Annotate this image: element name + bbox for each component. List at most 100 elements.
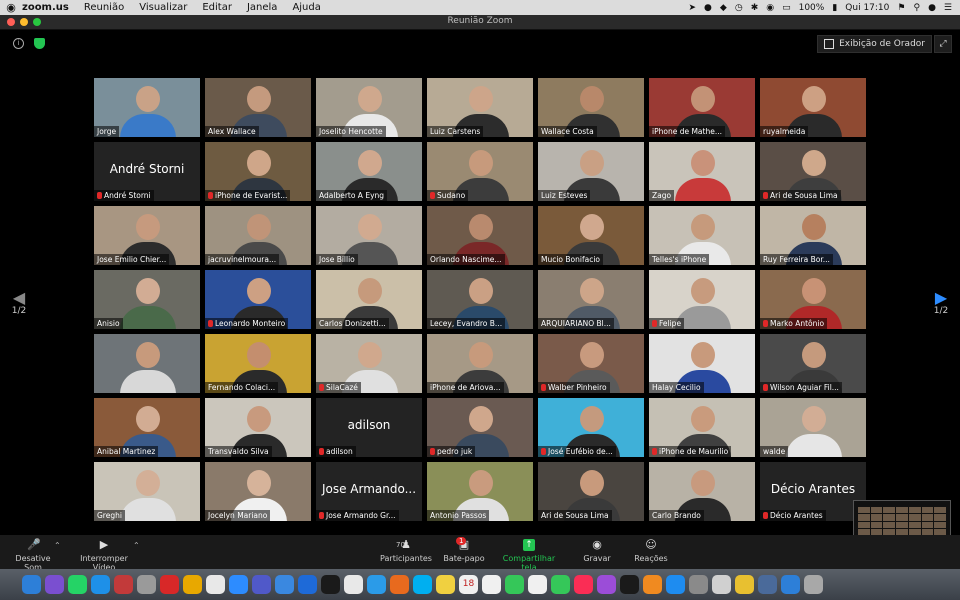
participant-tile[interactable]: pedro juk <box>427 398 533 457</box>
spotlight-icon[interactable]: ⚲ <box>913 3 920 13</box>
participant-tile[interactable]: Anisio <box>94 270 200 329</box>
participant-tile[interactable]: Décio Arantes Décio Arantes <box>760 462 866 521</box>
participant-tile[interactable]: Felipe <box>649 270 755 329</box>
messages-icon[interactable] <box>505 575 524 594</box>
apple-icon[interactable]: ◉ <box>0 1 22 14</box>
reactions-button[interactable]: ☺ Reações <box>632 539 670 564</box>
notes2-icon[interactable] <box>735 575 754 594</box>
wifi-icon[interactable]: ◉ <box>766 3 774 13</box>
info-icon[interactable]: i <box>13 38 24 49</box>
location-icon[interactable]: ➤ <box>689 3 697 13</box>
podcasts-icon[interactable] <box>597 575 616 594</box>
participant-tile[interactable]: Telles's iPhone <box>649 206 755 265</box>
trash-icon[interactable] <box>804 575 823 594</box>
security-shield-icon[interactable] <box>34 38 45 49</box>
participant-tile[interactable]: Ari de Sousa Lima <box>538 462 644 521</box>
participant-tile[interactable]: Jose Armando... Jose Armando Gr... <box>316 462 422 521</box>
participant-tile[interactable]: Jose Emilio Chier... <box>94 206 200 265</box>
participant-tile[interactable]: Orlando Nascime... <box>427 206 533 265</box>
participant-tile[interactable]: Luiz Esteves <box>538 142 644 201</box>
participant-tile[interactable]: adilson adilson <box>316 398 422 457</box>
participant-tile[interactable]: iPhone de Maurilio <box>649 398 755 457</box>
participant-tile[interactable]: Greghi <box>94 462 200 521</box>
participant-tile[interactable]: Ruy Ferreira Bor... <box>760 206 866 265</box>
participant-tile[interactable]: jacruvinelmoura... <box>205 206 311 265</box>
airmail-icon[interactable] <box>298 575 317 594</box>
siri-menu-icon[interactable]: ● <box>928 3 936 13</box>
participant-tile[interactable]: iPhone de Evarist... <box>205 142 311 201</box>
menu-clock[interactable]: Qui 17:10 <box>845 3 889 13</box>
participants-button[interactable]: ♟ 70 Participantes <box>378 539 434 564</box>
participant-tile[interactable]: iPhone de Mathe... <box>649 78 755 137</box>
participant-tile[interactable]: Transvaldo Silva <box>205 398 311 457</box>
participant-tile[interactable]: Zago <box>649 142 755 201</box>
menu-visualizar[interactable]: Visualizar <box>139 2 187 13</box>
teams-icon[interactable] <box>252 575 271 594</box>
facetime-icon[interactable] <box>551 575 570 594</box>
time-machine-icon[interactable]: ◷ <box>735 3 743 13</box>
box-icon[interactable] <box>758 575 777 594</box>
participant-tile[interactable]: Wilson Aguiar Fil... <box>760 334 866 393</box>
participant-tile[interactable]: Alex Wallace <box>205 78 311 137</box>
participant-tile[interactable]: walde <box>760 398 866 457</box>
notification-center-icon[interactable]: ☰ <box>944 3 952 13</box>
participant-tile[interactable]: Fernando Colaci... <box>205 334 311 393</box>
bluetooth-icon[interactable]: ✱ <box>751 3 759 13</box>
appstore-icon[interactable] <box>666 575 685 594</box>
fullscreen-button[interactable]: ⤢ <box>934 35 952 53</box>
menu-reuniao[interactable]: Reunião <box>84 2 124 13</box>
whatsapp-icon[interactable] <box>68 575 87 594</box>
safari-icon[interactable] <box>91 575 110 594</box>
v-app-icon[interactable] <box>160 575 179 594</box>
participant-tile[interactable]: Mucio Bonifacio <box>538 206 644 265</box>
launchpad-icon[interactable] <box>137 575 156 594</box>
share-screen-button[interactable]: ↑ Compartilhar tela <box>494 539 564 572</box>
b-app-icon[interactable] <box>183 575 202 594</box>
participant-tile[interactable]: Sudano <box>427 142 533 201</box>
speaker-view-button[interactable]: Exibição de Orador <box>817 35 932 53</box>
airplay-icon[interactable]: ▭ <box>782 3 791 13</box>
mail-icon[interactable] <box>275 575 294 594</box>
participant-tile[interactable]: Ari de Sousa Lima <box>760 142 866 201</box>
firefox-icon[interactable] <box>390 575 409 594</box>
photos-icon[interactable] <box>528 575 547 594</box>
participant-tile[interactable]: Jocelyn Mariano <box>205 462 311 521</box>
participant-tile[interactable]: Marko Antônio <box>760 270 866 329</box>
safari2-icon[interactable] <box>367 575 386 594</box>
participant-tile[interactable]: Jose Billio <box>316 206 422 265</box>
dropbox-icon[interactable]: ◆ <box>720 3 727 13</box>
chrome-icon[interactable] <box>344 575 363 594</box>
music-icon[interactable] <box>574 575 593 594</box>
participant-tile[interactable]: Antonio Passos <box>427 462 533 521</box>
menu-app-name[interactable]: zoom.us <box>22 2 69 13</box>
participant-tile[interactable]: Halay Cecilio <box>649 334 755 393</box>
chat-button[interactable]: ▣ 1 Bate-papo <box>442 537 486 563</box>
participant-tile[interactable]: Adalberto A Eyng <box>316 142 422 201</box>
preferences-icon[interactable] <box>689 575 708 594</box>
participant-tile[interactable]: Joselito Hencotte <box>316 78 422 137</box>
prev-page-button[interactable]: ◀ 1/2 <box>9 290 29 317</box>
participant-tile[interactable]: Anibal Martinez <box>94 398 200 457</box>
flag-icon[interactable]: ⚑ <box>897 3 905 13</box>
zoom-icon[interactable] <box>229 575 248 594</box>
participant-tile[interactable]: iPhone de Ariova... <box>427 334 533 393</box>
participant-tile[interactable]: Jorge <box>94 78 200 137</box>
menu-editar[interactable]: Editar <box>202 2 232 13</box>
participant-tile[interactable]: ARQUIARIANO Bl... <box>538 270 644 329</box>
skype-icon[interactable] <box>413 575 432 594</box>
participant-tile[interactable] <box>94 334 200 393</box>
calendar-icon[interactable]: 18 <box>459 575 478 594</box>
participant-tile[interactable]: ruyalmeida <box>760 78 866 137</box>
finder2-icon[interactable] <box>781 575 800 594</box>
tv-icon[interactable] <box>620 575 639 594</box>
menu-janela[interactable]: Janela <box>247 2 277 13</box>
books-icon[interactable] <box>643 575 662 594</box>
participant-tile[interactable]: José Eufébio de... <box>538 398 644 457</box>
participant-tile[interactable]: Lecey, Evandro B... <box>427 270 533 329</box>
participant-tile[interactable]: SilaCazé <box>316 334 422 393</box>
participant-tile[interactable]: Walber Pinheiro <box>538 334 644 393</box>
menu-ajuda[interactable]: Ajuda <box>292 2 320 13</box>
participant-tile[interactable]: Wallace Costa <box>538 78 644 137</box>
screenshot-icon[interactable] <box>712 575 731 594</box>
mute-button[interactable]: 🎤 Desative Som <box>6 539 60 573</box>
